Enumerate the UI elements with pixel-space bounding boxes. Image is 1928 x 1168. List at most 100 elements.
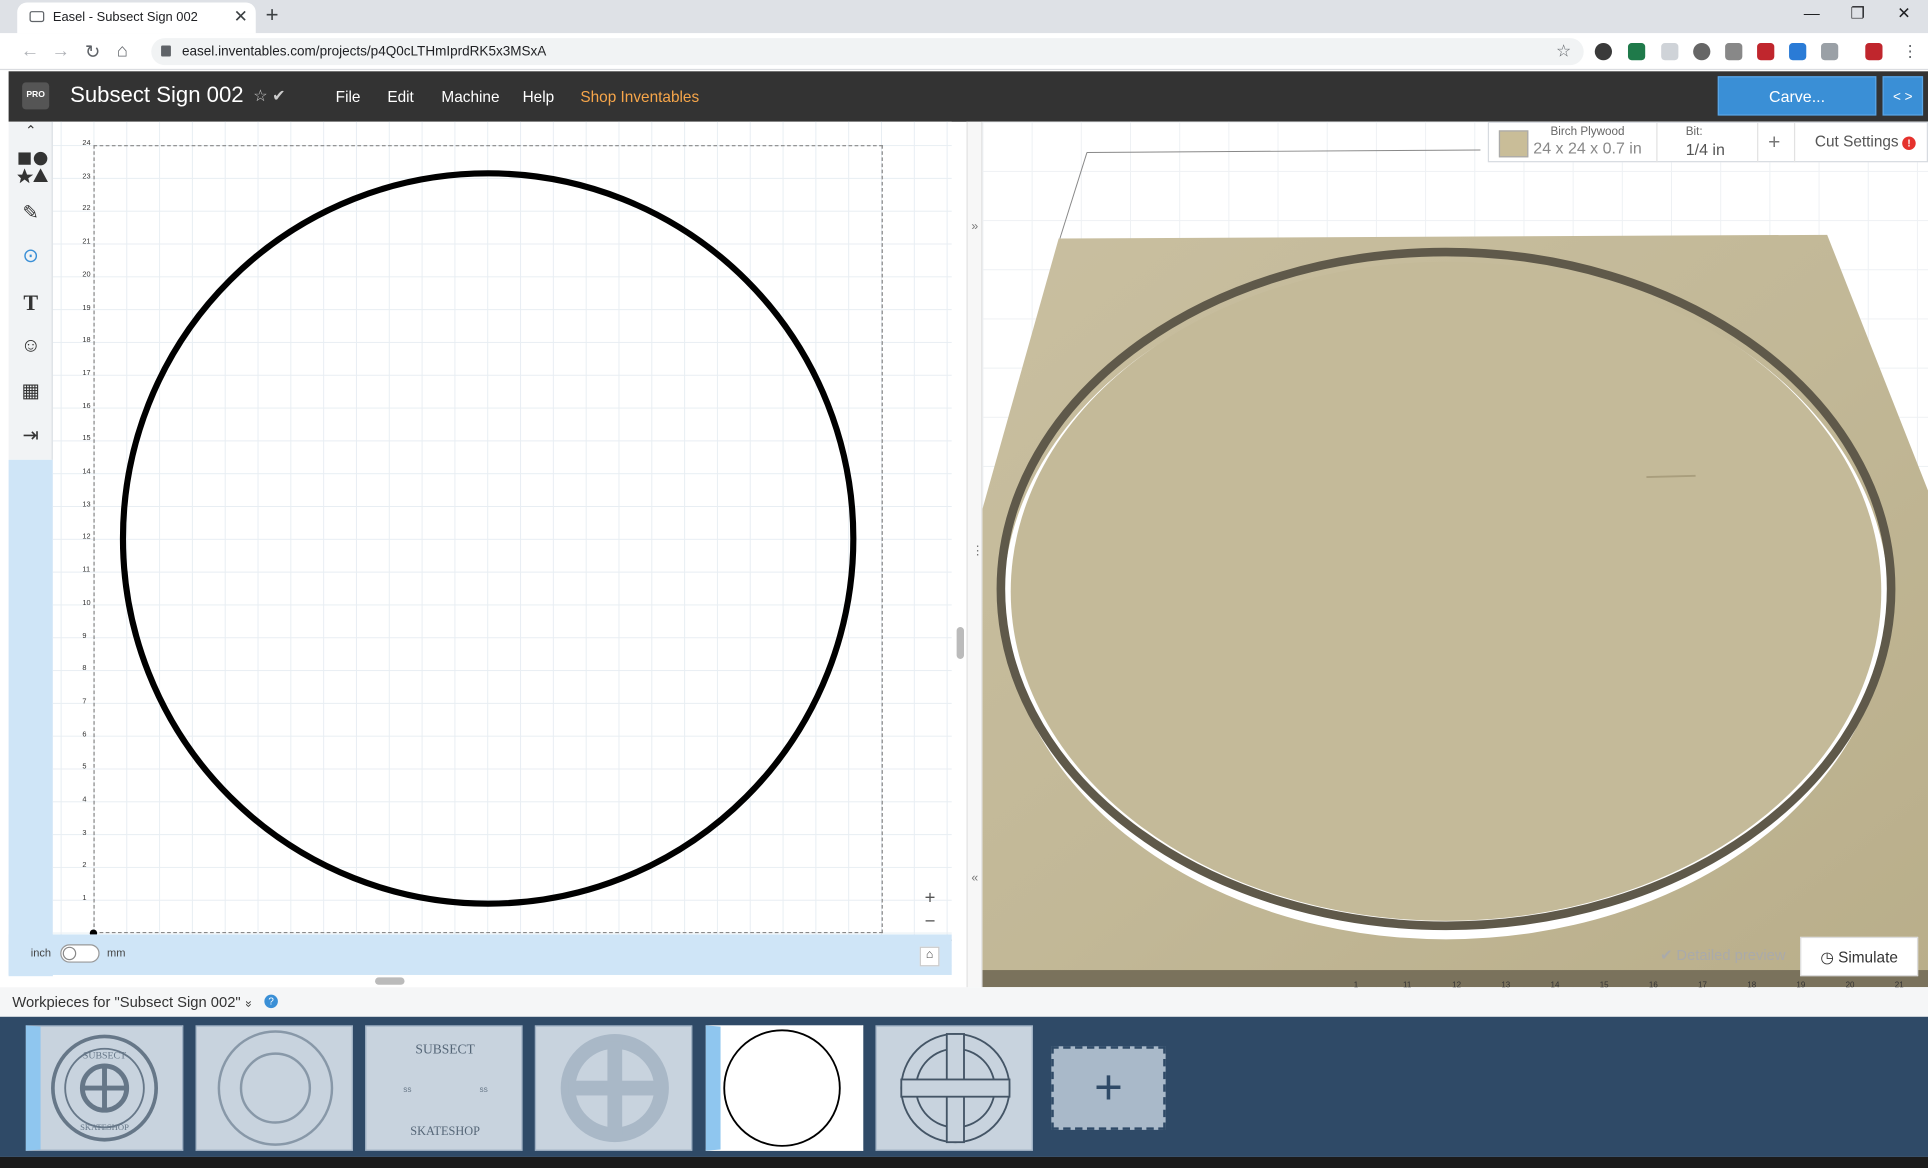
workpieces-title[interactable]: Workpieces for "Subsect Sign 002" » (12, 993, 255, 1011)
extension-icon[interactable] (1789, 43, 1807, 61)
new-tab-button[interactable]: + (266, 2, 279, 28)
browser-menu-icon[interactable]: ⋮ (1902, 42, 1918, 62)
thumb-text: SKATESHOP (80, 1122, 129, 1132)
thumb-text: SS (403, 1087, 411, 1094)
shapes-icon (17, 151, 48, 184)
workpieces-header: Workpieces for "Subsect Sign 002" » ? (0, 987, 1928, 1017)
expand-preview-icon[interactable]: » (971, 220, 978, 234)
divider (1656, 122, 1658, 163)
collapse-tools-icon[interactable]: ⌃ (17, 123, 44, 140)
extension-icon[interactable] (1661, 43, 1679, 61)
thumb-text: SKATESHOP (410, 1124, 480, 1138)
extension-icon[interactable] (1821, 43, 1839, 61)
zoom-out-button[interactable]: − (925, 911, 936, 932)
home-icon[interactable]: ⌂ (117, 41, 128, 62)
extension-icon[interactable] (1693, 43, 1711, 61)
thumb-text: SUBSECT (415, 1042, 475, 1057)
cut-settings-button[interactable]: Cut Settings! (1815, 133, 1916, 150)
toggle-knob (62, 946, 77, 961)
menu-help[interactable]: Help (523, 89, 555, 106)
left-strip (8, 459, 53, 977)
detailed-preview-toggle[interactable]: ✔ Detailed preview (1660, 947, 1786, 964)
material-name: Birch Plywood (1550, 125, 1625, 139)
add-workpiece-button[interactable]: + (1051, 1046, 1166, 1130)
extension-icon[interactable] (1627, 43, 1646, 61)
minimize-icon[interactable]: — (1804, 4, 1820, 22)
help-icon[interactable]: ? (264, 994, 278, 1009)
reload-icon[interactable]: ↻ (85, 41, 100, 63)
browser-toolbar: ← → ↻ ⌂ easel.inventables.com/projects/p… (0, 33, 1928, 71)
material-panel[interactable]: Birch Plywood 24 x 24 x 0.7 in Bit: 1/4 … (1487, 121, 1928, 163)
thumb-text: SUBSECT (83, 1051, 126, 1062)
3d-preview[interactable] (982, 121, 1928, 988)
workpiece-thumbnail[interactable] (534, 1025, 693, 1151)
rings-thumb (217, 1030, 334, 1146)
material-swatch[interactable] (1498, 130, 1529, 158)
restore-icon[interactable]: ❐ (1851, 4, 1865, 24)
point-tool-icon[interactable]: ⊙ (17, 243, 44, 270)
unit-mm-label: mm (106, 946, 126, 959)
text-tool-icon[interactable]: T (17, 289, 44, 316)
chevron-icon: » (241, 1000, 255, 1008)
workpiece-thumbnail[interactable]: SUBSECT SKATESHOP (25, 1025, 184, 1151)
outline-emblem-thumb (900, 1033, 1011, 1144)
simulate-button[interactable]: ◷ Simulate (1800, 936, 1919, 977)
url-text: easel.inventables.com/projects/p4Q0cLTHm… (181, 44, 547, 60)
tab-title: Easel - Subsect Sign 002 (52, 9, 198, 25)
emblem-thumb (560, 1033, 669, 1143)
unit-toggle[interactable] (60, 944, 100, 963)
browser-titlebar: Easel - Subsect Sign 002 ✕ + — ❐ ✕ (0, 0, 1928, 34)
import-tool-icon[interactable]: ⇥ (17, 423, 44, 450)
apps-tool-icon[interactable]: ▦ (17, 379, 44, 406)
extension-icon[interactable] (1865, 43, 1883, 61)
add-bit-button[interactable]: + (1768, 130, 1780, 155)
forward-icon[interactable]: → (52, 41, 70, 62)
zoom-in-button[interactable]: + (925, 888, 936, 909)
easel-pro-logo[interactable]: PRO (22, 82, 50, 110)
bit-label: Bit: (1685, 125, 1703, 139)
panel-divider[interactable]: » ⋮ « (966, 121, 984, 988)
circle-shape[interactable] (119, 170, 857, 907)
taskbar-strip (0, 1156, 1928, 1168)
address-bar[interactable]: easel.inventables.com/projects/p4Q0cLTHm… (151, 38, 1584, 66)
workpieces-title-text: Workpieces for "Subsect Sign 002" (12, 993, 241, 1011)
detailed-preview-label: Detailed preview (1676, 946, 1786, 964)
thumb-text: SS (480, 1087, 488, 1094)
window-close-icon[interactable]: ✕ (1897, 4, 1910, 24)
tab-close-icon[interactable]: ✕ (234, 6, 248, 27)
workpiece-thumbnail[interactable]: SUBSECT SKATESHOP SS SS (365, 1025, 523, 1151)
menu-file[interactable]: File (336, 89, 361, 106)
extension-icon[interactable] (1725, 43, 1743, 61)
check-icon: ✔ (1659, 946, 1677, 964)
cut-settings-label: Cut Settings (1814, 132, 1899, 150)
shapes-tool-icon[interactable] (17, 151, 48, 184)
pen-tool-icon[interactable]: ✎ (17, 200, 44, 227)
favorite-saved-icons[interactable]: ☆ ✔ (253, 86, 285, 106)
workpiece-thumbnail-active[interactable] (705, 1025, 864, 1151)
circle-design[interactable] (53, 122, 952, 975)
divider (1793, 122, 1796, 163)
menu-edit[interactable]: Edit (387, 89, 413, 106)
vertical-scrollbar[interactable] (956, 627, 964, 659)
fullscreen-button[interactable]: < > (1882, 76, 1924, 116)
design-canvas[interactable]: 24 23 22 21 20 19 18 17 16 15 14 13 12 11 10 9 8 7 6 5 4 3 2 1 … (52, 121, 952, 975)
horizontal-scrollbar[interactable] (375, 977, 405, 985)
workpiece-thumbnail[interactable] (195, 1025, 353, 1151)
collapse-preview-icon[interactable]: « (971, 872, 978, 886)
bit-value[interactable]: 1/4 in (1686, 140, 1725, 158)
carve-button[interactable]: Carve... (1717, 76, 1877, 116)
extension-icon[interactable] (1757, 43, 1775, 61)
tool-sidebar: ⌃ ✎ ⊙ T ☺ ▦ ⇥ (8, 121, 53, 460)
menu-shop-inventables[interactable]: Shop Inventables (580, 89, 699, 106)
icons-tool-icon[interactable]: ☺ (17, 333, 44, 360)
canvas-home-button[interactable]: ⌂ (919, 946, 940, 967)
extension-icon[interactable] (1594, 43, 1612, 61)
tab-favicon-icon (29, 11, 45, 23)
browser-tab[interactable]: Easel - Subsect Sign 002 ✕ (17, 2, 256, 34)
bookmark-star-icon[interactable]: ☆ (1556, 41, 1571, 62)
menu-machine[interactable]: Machine (441, 89, 499, 106)
project-title[interactable]: Subsect Sign 002 (70, 82, 244, 108)
material-dimensions[interactable]: 24 x 24 x 0.7 in (1533, 139, 1641, 157)
workpiece-thumbnail[interactable] (875, 1025, 1033, 1151)
back-icon[interactable]: ← (21, 41, 39, 62)
